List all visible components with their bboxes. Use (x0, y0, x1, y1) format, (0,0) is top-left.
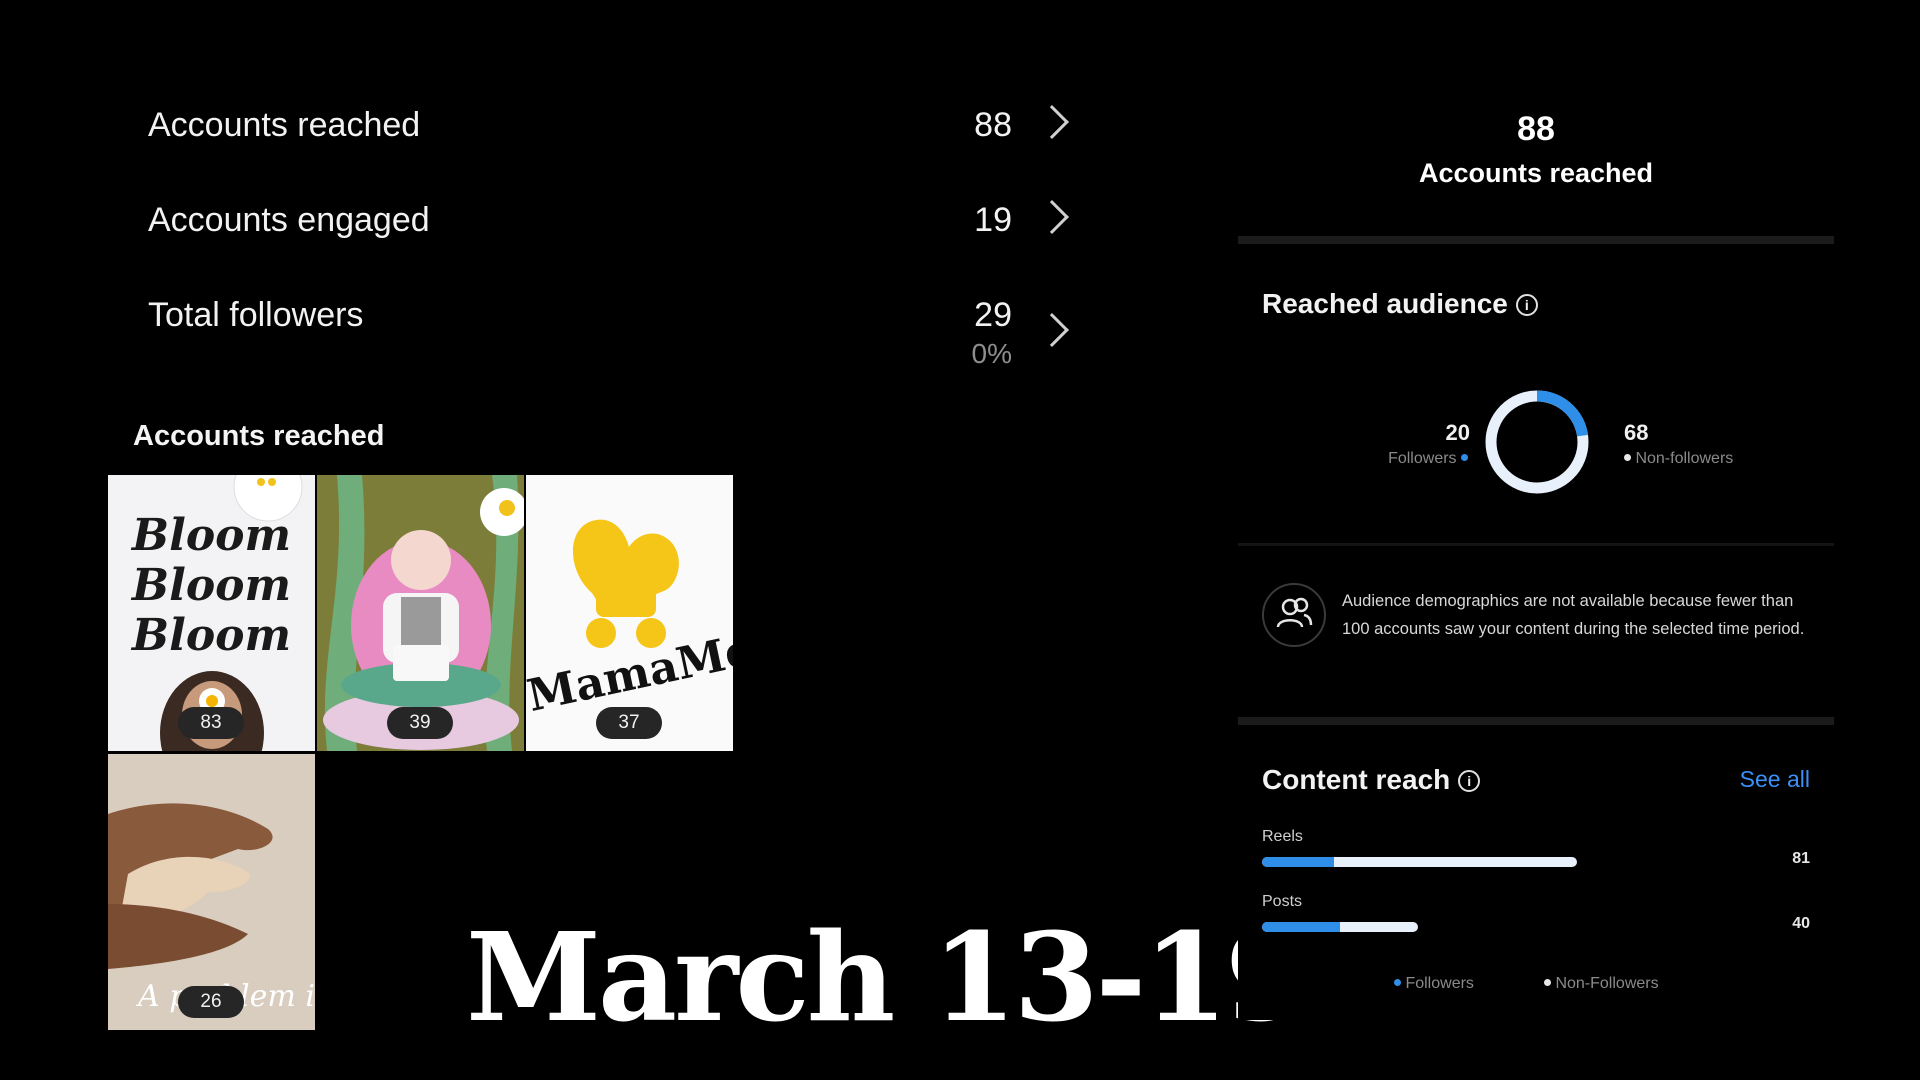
chevron-right-icon[interactable] (1035, 200, 1069, 234)
section-divider (1238, 717, 1834, 725)
followers-legend: Followers (1354, 450, 1468, 468)
stat-label: Accounts reached (148, 106, 421, 144)
non-followers-legend: Non-followers (1624, 450, 1733, 468)
stat-label: Total followers (148, 296, 364, 334)
followers-dot-icon (1461, 454, 1468, 461)
reels-reach-value: 81 (1792, 850, 1810, 867)
posts-label: Posts (1262, 893, 1303, 910)
reach-count-badge: 83 (178, 707, 244, 739)
see-all-link[interactable]: See all (1740, 766, 1810, 793)
stat-value: 88 (974, 106, 1012, 144)
stat-value: 29 (974, 296, 1012, 334)
reach-count-badge: 37 (596, 707, 662, 739)
non-followers-count: 68 (1624, 420, 1649, 445)
demographics-note: Audience demographics are not available … (1342, 592, 1805, 638)
reached-audience-heading: Reached audience i (1262, 288, 1538, 320)
stat-row-accounts-engaged[interactable]: Accounts engaged 19 (148, 193, 1069, 253)
stat-value: 19 (974, 201, 1012, 239)
followers-dot-icon (1394, 979, 1401, 986)
content-reach-heading: Content reach i (1262, 764, 1481, 796)
reached-audience-title: Reached audience (1262, 288, 1508, 319)
accounts-reached-heading: Accounts reached (133, 420, 385, 452)
accounts-reached-count: 88 (1517, 110, 1555, 148)
insights-panel: 88 Accounts reached Reached audience i 20… (1238, 90, 1834, 1020)
bloom-text: Bloom (131, 560, 292, 611)
content-reach-title: Content reach (1262, 764, 1451, 795)
reels-followers-fill (1262, 857, 1335, 867)
date-range-title: March 13-19 (466, 905, 1310, 1049)
non-followers-dot-icon (1544, 979, 1551, 986)
reels-label: Reels (1262, 828, 1303, 845)
accounts-reached-label: Accounts reached (1418, 158, 1654, 188)
non-followers-dot-icon (1624, 454, 1631, 461)
legend-followers: Followers (1394, 975, 1474, 993)
chevron-right-icon[interactable] (1035, 105, 1069, 139)
reach-count-badge: 26 (178, 986, 244, 1018)
non-followers-label: Non-followers (1635, 450, 1734, 467)
reach-count-badge: 39 (387, 707, 453, 739)
legend-followers-label: Followers (1405, 975, 1474, 992)
followers-count: 20 (1445, 420, 1470, 445)
stat-change-percent: 0% (971, 338, 1012, 369)
section-divider (1238, 236, 1834, 244)
people-glyph (1276, 597, 1313, 628)
content-thumbnail-mamame[interactable]: MamaMe 37 (526, 475, 733, 751)
chevron-right-icon[interactable] (1035, 313, 1069, 347)
stat-row-accounts-reached[interactable]: Accounts reached 88 (148, 98, 1069, 158)
section-divider (1238, 543, 1834, 546)
info-icon[interactable]: i (1515, 294, 1538, 316)
stat-label: Accounts engaged (148, 201, 430, 239)
reels-reach-bar (1262, 857, 1577, 867)
bloom-text: Bloom (131, 610, 292, 661)
info-icon[interactable]: i (1458, 770, 1481, 792)
people-icon (1262, 583, 1326, 647)
legend-non-followers: Non-Followers (1544, 975, 1659, 993)
stat-row-total-followers[interactable]: Total followers 29 0% (148, 288, 1069, 369)
audience-donut-chart (1485, 390, 1589, 494)
legend-non-followers-label: Non-Followers (1555, 975, 1659, 992)
content-thumbnail-bloom[interactable]: Bloom Bloom Bloom 83 (108, 475, 315, 751)
posts-reach-value: 40 (1792, 915, 1810, 932)
followers-label: Followers (1388, 450, 1457, 467)
content-thumbnail-illustration[interactable]: 39 (317, 475, 524, 751)
posts-reach-bar (1262, 922, 1418, 932)
content-thumbnail-hands[interactable]: A problem is a problem 26 (108, 754, 315, 1030)
bloom-text: Bloom (131, 510, 292, 561)
posts-followers-fill (1262, 922, 1340, 932)
